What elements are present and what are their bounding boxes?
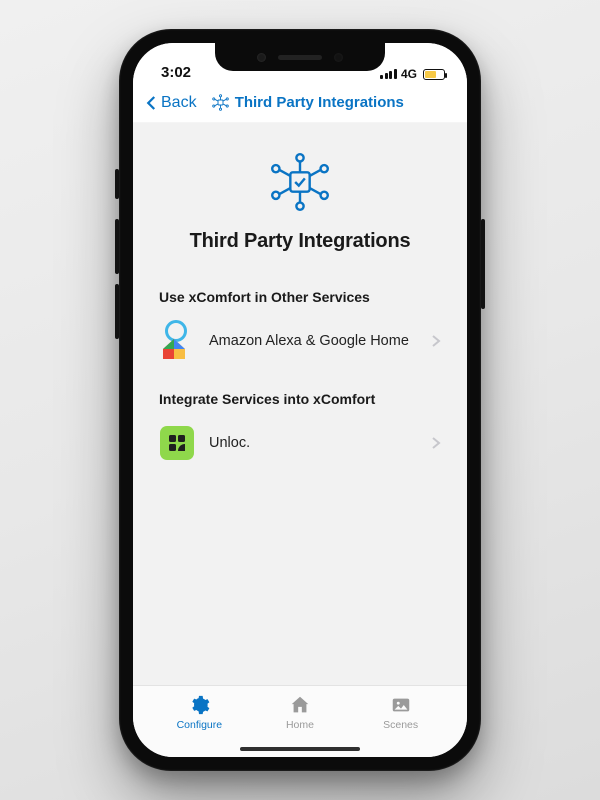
row-label: Unloc. [209,434,417,453]
content-area: Third Party Integrations Use xComfort in… [133,123,467,685]
page-title: Third Party Integrations [153,230,447,253]
nav-title: Third Party Integrations [159,94,457,111]
chevron-right-icon [431,334,441,348]
tab-configure[interactable]: Configure [164,694,234,731]
nav-bar: Back Third Party Integrations [133,83,467,123]
section-header-integrate-services: Integrate Services into xComfort [159,391,445,407]
integrations-hero-icon [271,153,329,216]
tab-home[interactable]: Home [265,694,335,731]
home-indicator[interactable] [240,747,360,751]
integrations-icon [212,94,229,111]
battery-icon [423,69,445,80]
tab-label: Scenes [383,719,418,731]
home-icon [289,694,311,716]
gear-icon [188,694,210,716]
unloc-icon [159,425,195,461]
tab-label: Home [286,719,314,731]
section-header-other-services: Use xComfort in Other Services [159,289,445,305]
row-unloc[interactable]: Unloc. [155,419,445,475]
tab-scenes[interactable]: Scenes [366,694,436,731]
scenes-icon [390,694,412,716]
status-indicators: 4G [380,67,445,81]
status-time: 3:02 [161,64,191,81]
chevron-right-icon [431,436,441,450]
carrier-label: 4G [401,67,417,81]
row-label: Amazon Alexa & Google Home [209,332,417,351]
alexa-google-icon [159,323,195,359]
signal-icon [380,69,397,79]
row-alexa-google[interactable]: Amazon Alexa & Google Home [155,317,445,373]
tab-label: Configure [177,719,223,731]
